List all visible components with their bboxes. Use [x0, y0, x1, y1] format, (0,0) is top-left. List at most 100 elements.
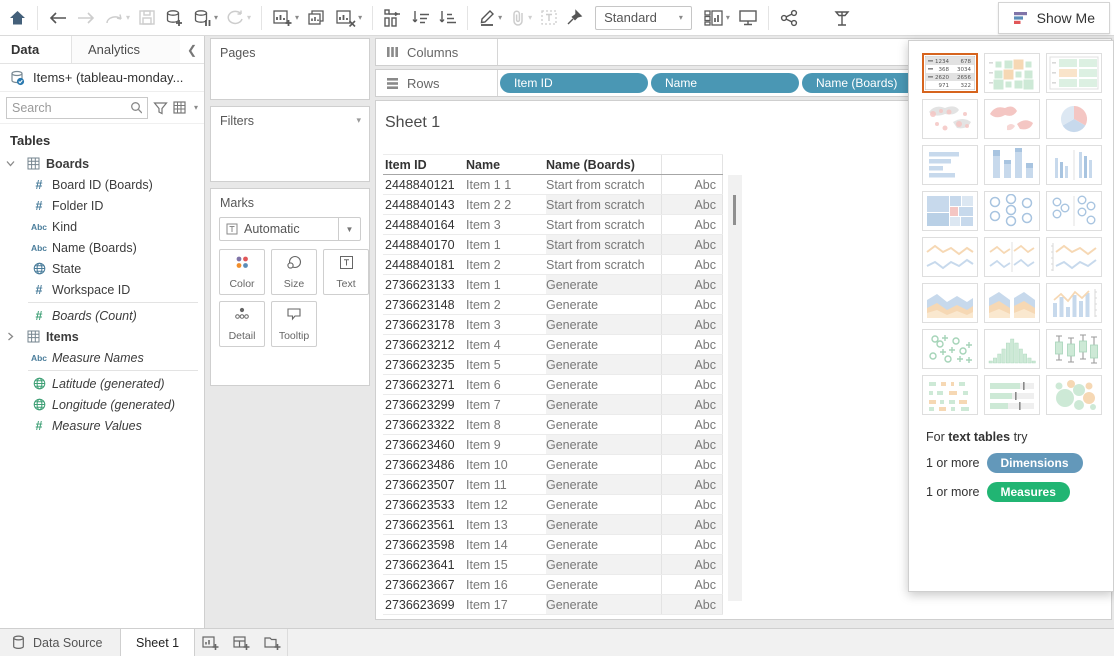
table-cell[interactable]: 2736623212 — [383, 335, 466, 354]
table-cell[interactable]: 2448840181 — [383, 255, 466, 274]
table-cell[interactable]: Abc — [661, 255, 723, 274]
table-cell[interactable]: 2736623299 — [383, 395, 466, 414]
chevron-down-icon[interactable] — [0, 159, 20, 168]
filters-card[interactable]: Filters ▾ — [210, 106, 370, 182]
fit-selector[interactable]: Standard ▾ — [595, 6, 692, 30]
histogram-chart-thumbnail[interactable] — [984, 329, 1040, 369]
table-boards[interactable]: Boards — [0, 153, 204, 174]
dual-lines-chart-thumbnail[interactable] — [1046, 237, 1102, 277]
highlight-table-chart-thumbnail[interactable] — [1046, 53, 1102, 93]
field-measure-names[interactable]: AbcMeasure Names — [0, 347, 204, 368]
column-header[interactable] — [661, 155, 723, 174]
new-worksheet-icon[interactable]: ▾ — [268, 3, 303, 33]
tab-analytics[interactable]: Analytics — [72, 36, 180, 63]
dual-combination-chart-thumbnail[interactable] — [1046, 283, 1102, 323]
continuous-lines-chart-thumbnail[interactable] — [922, 237, 978, 277]
circle-views-chart-thumbnail[interactable] — [984, 191, 1040, 231]
scatter-plot-chart-thumbnail[interactable] — [922, 329, 978, 369]
field-longitude-generated[interactable]: Longitude (generated) — [0, 394, 204, 415]
table-cell[interactable]: 2736623598 — [383, 535, 466, 554]
mark-type-dropdown[interactable]: Automatic ▼ — [219, 217, 361, 241]
table-cell[interactable]: Abc — [661, 555, 723, 574]
table-cell[interactable]: Generate — [546, 395, 661, 414]
table-cell[interactable]: 2736623133 — [383, 275, 466, 294]
sheet-tab-active[interactable]: Sheet 1 — [120, 629, 195, 656]
sort-ascending-icon[interactable] — [407, 3, 434, 33]
table-cell[interactable]: Abc — [661, 415, 723, 434]
new-data-source-icon[interactable] — [160, 3, 188, 33]
datasource-item[interactable]: Items+ (tableau-monday... — [0, 64, 204, 92]
table-cell[interactable]: Start from scratch — [546, 235, 661, 254]
table-cell[interactable]: 2736623271 — [383, 375, 466, 394]
table-cell[interactable]: Item 2 2 — [466, 195, 546, 214]
show-me-button[interactable]: Show Me — [998, 2, 1110, 34]
table-cell[interactable]: Item 17 — [466, 595, 546, 614]
table-cell[interactable]: 2736623460 — [383, 435, 466, 454]
table-cell[interactable]: Generate — [546, 435, 661, 454]
fix-axes-icon[interactable] — [562, 3, 587, 33]
text-button[interactable]: Text — [323, 249, 369, 295]
stacked-bars-chart-thumbnail[interactable] — [984, 145, 1040, 185]
table-cell[interactable]: Abc — [661, 195, 723, 214]
sort-descending-icon[interactable] — [434, 3, 461, 33]
continuous-area-chart-thumbnail[interactable] — [922, 283, 978, 323]
vertical-scrollbar[interactable] — [728, 175, 742, 601]
table-cell[interactable]: Abc — [661, 475, 723, 494]
table-cell[interactable]: Start from scratch — [546, 255, 661, 274]
table-cell[interactable]: Abc — [661, 535, 723, 554]
table-cell[interactable]: Item 3 — [466, 215, 546, 234]
table-cell[interactable]: Generate — [546, 315, 661, 334]
column-header[interactable]: Item ID — [383, 155, 466, 174]
view-options-icon[interactable] — [173, 101, 187, 114]
table-cell[interactable]: Generate — [546, 335, 661, 354]
treemap-chart-thumbnail[interactable] — [922, 191, 978, 231]
table-cell[interactable]: Item 1 1 — [466, 175, 546, 194]
highlight-icon[interactable]: ▾ — [474, 3, 506, 33]
discrete-lines-chart-thumbnail[interactable] — [984, 237, 1040, 277]
pie-chart-chart-thumbnail[interactable] — [1046, 99, 1102, 139]
tab-data[interactable]: Data — [0, 36, 72, 63]
box-and-whisker-chart-thumbnail[interactable] — [1046, 329, 1102, 369]
pause-auto-updates-icon[interactable]: ▾ — [188, 3, 222, 33]
scrollbar-thumb[interactable] — [733, 195, 736, 225]
chevron-down-icon[interactable]: ▼ — [338, 218, 360, 240]
table-cell[interactable]: 2736623507 — [383, 475, 466, 494]
chevron-right-icon[interactable] — [0, 332, 20, 341]
pill-name[interactable]: Name — [651, 73, 799, 93]
table-cell[interactable]: 2736623533 — [383, 495, 466, 514]
table-cell[interactable]: Item 14 — [466, 535, 546, 554]
horizontal-bars-chart-thumbnail[interactable] — [922, 145, 978, 185]
table-cell[interactable]: Abc — [661, 375, 723, 394]
table-cell[interactable]: 2736623486 — [383, 455, 466, 474]
table-cell[interactable]: Abc — [661, 435, 723, 454]
table-cell[interactable]: Abc — [661, 295, 723, 314]
table-cell[interactable]: Item 6 — [466, 375, 546, 394]
home-icon[interactable] — [4, 3, 31, 33]
table-cell[interactable]: Abc — [661, 235, 723, 254]
column-header[interactable]: Name (Boards) — [546, 155, 661, 174]
presentation-mode-icon[interactable] — [734, 3, 762, 33]
table-cell[interactable]: Generate — [546, 495, 661, 514]
table-cell[interactable]: Abc — [661, 515, 723, 534]
table-cell[interactable]: Item 5 — [466, 355, 546, 374]
new-story-button[interactable] — [257, 629, 288, 656]
table-cell[interactable]: 2736623667 — [383, 575, 466, 594]
table-cell[interactable]: 2736623561 — [383, 515, 466, 534]
field-name-boards[interactable]: AbcName (Boards) — [0, 237, 204, 258]
table-items[interactable]: Items — [0, 326, 204, 347]
table-cell[interactable]: Start from scratch — [546, 195, 661, 214]
discrete-area-chart-thumbnail[interactable] — [984, 283, 1040, 323]
side-by-side-circles-chart-thumbnail[interactable] — [1046, 191, 1102, 231]
table-cell[interactable]: Item 15 — [466, 555, 546, 574]
table-cell[interactable]: Item 7 — [466, 395, 546, 414]
table-cell[interactable]: 2736623641 — [383, 555, 466, 574]
table-cell[interactable]: Generate — [546, 595, 661, 614]
pill-item-id[interactable]: Item ID — [500, 73, 648, 93]
table-cell[interactable]: Generate — [546, 375, 661, 394]
table-cell[interactable]: Generate — [546, 555, 661, 574]
table-cell[interactable]: Generate — [546, 415, 661, 434]
table-cell[interactable]: Generate — [546, 275, 661, 294]
table-cell[interactable]: Item 9 — [466, 435, 546, 454]
table-cell[interactable]: Item 4 — [466, 335, 546, 354]
table-cell[interactable]: Generate — [546, 455, 661, 474]
